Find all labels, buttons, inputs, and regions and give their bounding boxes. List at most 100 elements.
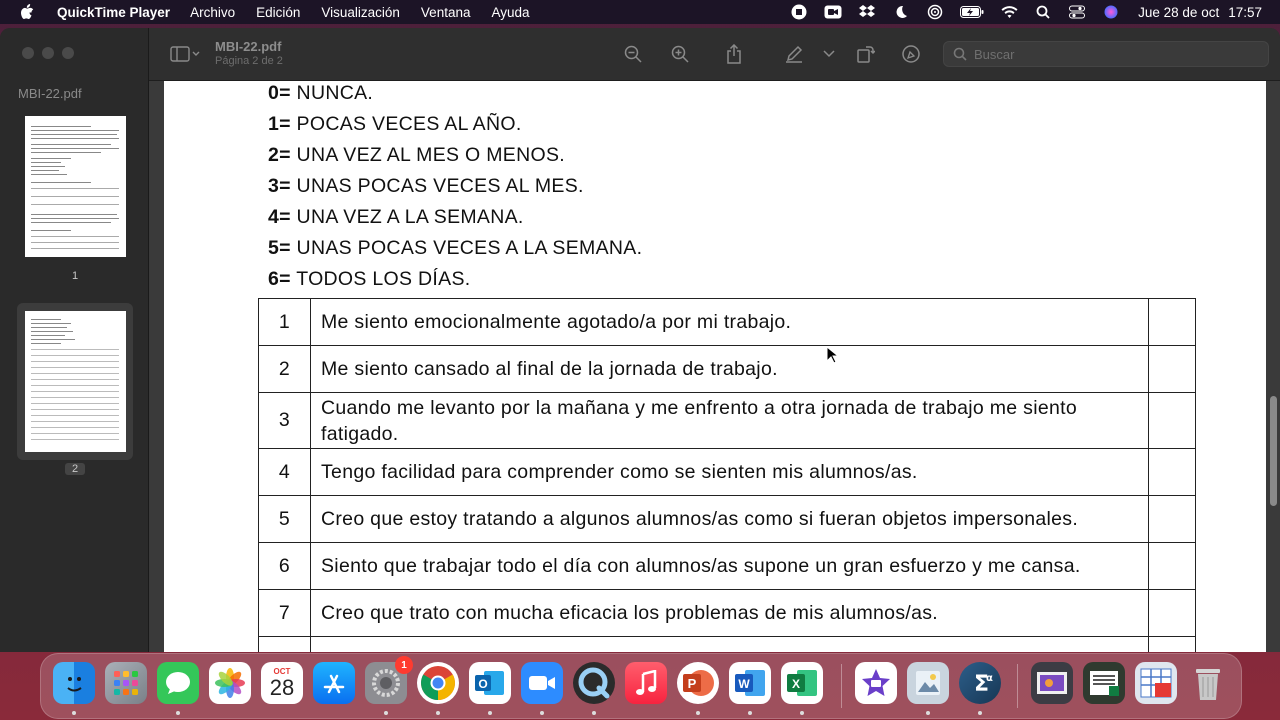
scale-label: UNAS POCAS VECES A LA SEMANA. — [290, 237, 643, 259]
music-icon[interactable] — [625, 662, 667, 704]
page-thumbnail-1[interactable] — [25, 116, 126, 257]
answer-cell — [1148, 542, 1196, 590]
scale-item: 3= UNAS POCAS VECES AL MES. — [268, 175, 584, 203]
question-number: 1 — [258, 298, 311, 346]
search-field-icon — [953, 47, 967, 66]
question-text: Cuando me levanto por la mañana y me enf… — [310, 392, 1149, 449]
answer-cell — [1148, 448, 1196, 496]
calculator-icon[interactable]: Σα — [959, 662, 1001, 704]
zoom-button[interactable] — [62, 47, 74, 59]
stop-recording-icon[interactable] — [790, 4, 808, 20]
table-row — [258, 636, 1196, 652]
dock: OCT 28 1 O P W X Σα — [40, 653, 1242, 719]
svg-text:W: W — [738, 677, 750, 691]
scale-item: 5= UNAS POCAS VECES A LA SEMANA. — [268, 237, 642, 265]
search-icon[interactable] — [1034, 4, 1052, 20]
excel-icon[interactable]: X — [781, 662, 823, 704]
clock-time: 17:57 — [1228, 4, 1262, 20]
page-thumbnail-2[interactable] — [25, 311, 126, 452]
apple-icon[interactable] — [20, 4, 36, 20]
toolbar: MBI-22.pdf Página 2 de 2 Buscar — [149, 28, 1280, 81]
wifi-icon[interactable] — [1000, 4, 1018, 20]
menu-edicion[interactable]: Edición — [256, 5, 300, 20]
dropbox-icon[interactable] — [858, 4, 876, 20]
question-number: 3 — [258, 392, 311, 449]
share-icon[interactable] — [724, 44, 744, 64]
control-center-icon[interactable] — [1068, 4, 1086, 20]
document-viewer[interactable]: 0= NUNCA. 1= POCAS VECES AL AÑO. 2= UNA … — [149, 81, 1280, 652]
questions-table: 1 Me siento emocionalmente agotado/a por … — [258, 298, 1196, 652]
scale-number: 2= — [268, 144, 291, 166]
launchpad-icon[interactable] — [105, 662, 147, 704]
zoom-in-icon[interactable] — [670, 44, 690, 64]
scale-item: 2= UNA VEZ AL MES O MENOS. — [268, 144, 565, 172]
photos-icon[interactable] — [209, 662, 251, 704]
menu-visualizacion[interactable]: Visualización — [321, 5, 400, 20]
scale-number: 6= — [268, 268, 291, 290]
messages-icon[interactable] — [157, 662, 199, 704]
system-preferences-icon[interactable]: 1 — [365, 656, 413, 704]
annotate-icon[interactable] — [901, 44, 921, 64]
menu-archivo[interactable]: Archivo — [190, 5, 235, 20]
menu-ventana[interactable]: Ventana — [421, 5, 471, 20]
powerpoint-icon[interactable]: P — [677, 662, 719, 704]
rotate-icon[interactable] — [856, 44, 876, 64]
chrome-icon[interactable] — [417, 662, 459, 704]
question-number: 7 — [258, 589, 311, 637]
zoom-out-icon[interactable] — [623, 44, 643, 64]
svg-text:X: X — [792, 677, 800, 691]
siri-icon[interactable] — [1102, 4, 1120, 20]
scale-item: 4= UNA VEZ A LA SEMANA. — [268, 206, 524, 234]
moon-icon[interactable] — [892, 4, 910, 20]
scale-number: 5= — [268, 237, 291, 259]
window-controls — [22, 47, 74, 59]
menu-app-name[interactable]: QuickTime Player — [57, 5, 170, 20]
calendar-icon[interactable]: OCT 28 — [261, 662, 303, 704]
vertical-scrollbar[interactable] — [1270, 396, 1277, 506]
notification-badge: 1 — [395, 656, 413, 674]
menu-clock[interactable]: Jue 28 de oct 17:57 — [1138, 5, 1262, 20]
table-row: 4 Tengo facilidad para comprender como se… — [258, 448, 1196, 496]
scale-item: 1= POCAS VECES AL AÑO. — [268, 113, 522, 141]
table-row: 1 Me siento emocionalmente agotado/a por … — [258, 298, 1196, 346]
quicktime-icon[interactable] — [573, 662, 615, 704]
zoom-icon[interactable] — [521, 662, 563, 704]
battery-icon[interactable] — [960, 4, 984, 20]
document-title: MBI-22.pdf — [215, 39, 282, 54]
table-row: 6 Siento que trabajar todo el día con alu… — [258, 542, 1196, 590]
close-button[interactable] — [22, 47, 34, 59]
search-field[interactable]: Buscar — [943, 41, 1269, 67]
table-row: 7 Creo que trato con mucha eficacia los p… — [258, 589, 1196, 637]
answer-cell — [1148, 636, 1196, 652]
downloads-stack-icon[interactable] — [1031, 662, 1073, 704]
answer-cell — [1148, 392, 1196, 449]
pdf-page: 0= NUNCA. 1= POCAS VECES AL AÑO. 2= UNA … — [164, 81, 1266, 652]
preview-icon[interactable] — [907, 662, 949, 704]
airplay-icon[interactable] — [926, 4, 944, 20]
sidebar-title: MBI-22.pdf — [18, 86, 82, 101]
scale-number: 3= — [268, 175, 291, 197]
imovie-icon[interactable] — [855, 662, 897, 704]
chevron-down-icon[interactable] — [822, 44, 836, 64]
menu-bar: QuickTime Player Archivo Edición Visuali… — [0, 0, 1280, 24]
minimize-button[interactable] — [42, 47, 54, 59]
menu-ayuda[interactable]: Ayuda — [491, 5, 529, 20]
documents-stack-icon[interactable] — [1083, 662, 1125, 704]
preview-window: MBI-22.pdf 1 2 MBI-22.pdf Página 2 de 2 … — [0, 28, 1280, 652]
question-text: Tengo facilidad para comprender como se … — [310, 448, 1149, 496]
outlook-icon[interactable]: O — [469, 662, 511, 704]
spreadsheet-stack-icon[interactable] — [1135, 662, 1177, 704]
trash-icon[interactable] — [1187, 662, 1229, 704]
scale-label: POCAS VECES AL AÑO. — [290, 113, 522, 135]
video-camera-icon[interactable] — [824, 4, 842, 20]
markup-pen-icon[interactable] — [784, 44, 804, 64]
word-icon[interactable]: W — [729, 662, 771, 704]
question-text: Creo que estoy tratando a algunos alumno… — [310, 495, 1149, 543]
finder-icon[interactable] — [53, 662, 95, 704]
answer-cell — [1148, 345, 1196, 393]
scale-label: UNA VEZ AL MES O MENOS. — [290, 144, 565, 166]
sidebar-toggle-icon[interactable] — [168, 44, 202, 64]
page-number-2: 2 — [65, 463, 85, 475]
app-store-icon[interactable] — [313, 662, 355, 704]
answer-cell — [1148, 589, 1196, 637]
